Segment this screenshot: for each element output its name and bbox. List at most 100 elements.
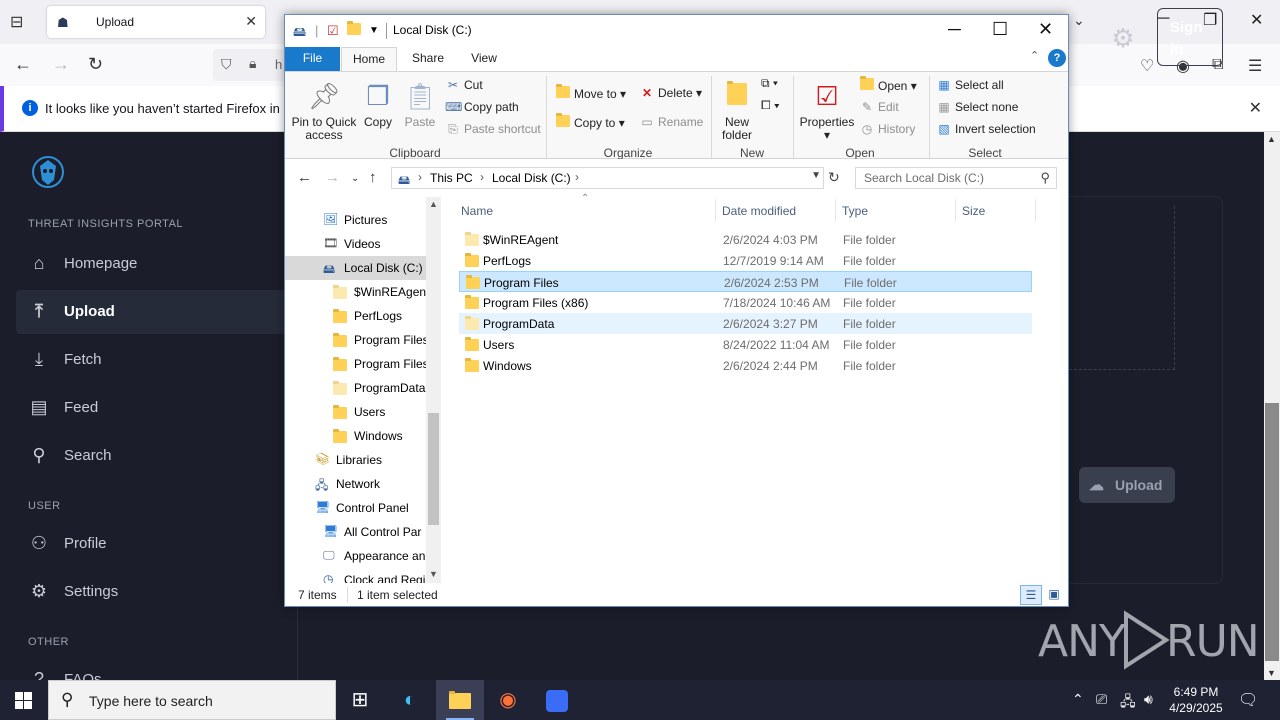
breadcrumb-this-pc[interactable]: This PC bbox=[430, 171, 473, 185]
url-bar[interactable]: ⛉ 🔒︎ h bbox=[213, 49, 293, 81]
edit-button[interactable]: ✎ Edit bbox=[859, 100, 899, 114]
scroll-up-icon[interactable]: ▲ bbox=[1267, 134, 1276, 144]
nav-pane-scroll-thumb[interactable] bbox=[428, 413, 439, 525]
nav-tree-item[interactable]: 🖥︎ All Control Par bbox=[285, 520, 426, 544]
close-notification-icon[interactable]: ✕ bbox=[1249, 98, 1262, 118]
back-icon[interactable]: ← bbox=[297, 169, 312, 186]
nav-tree-item[interactable]: Program Files bbox=[285, 352, 426, 376]
search-box[interactable]: Search Local Disk (C:) ⚲ bbox=[855, 167, 1057, 189]
nav-profile[interactable]: ⚇ Profile bbox=[16, 522, 298, 566]
close-icon[interactable]: ✕ bbox=[1038, 19, 1053, 40]
column-header-size[interactable]: Size bbox=[956, 197, 1035, 221]
nav-faqs[interactable]: ? FAQs bbox=[16, 658, 298, 680]
file-row[interactable]: Program Files (x86) 7/18/2024 10:46 AM Fil… bbox=[459, 292, 1032, 313]
breadcrumb-local-disk[interactable]: Local Disk (C:) bbox=[492, 171, 571, 185]
nav-feed[interactable]: ▤ Feed bbox=[16, 386, 298, 430]
scroll-down-icon[interactable]: ▼ bbox=[429, 569, 438, 579]
nav-tree-item[interactable]: 🖼︎ Pictures bbox=[285, 208, 426, 232]
rename-button[interactable]: ▭ Rename bbox=[639, 115, 703, 129]
large-icons-view-icon[interactable]: ▣ bbox=[1044, 585, 1064, 605]
properties-quick-icon[interactable]: ☑ bbox=[327, 23, 339, 39]
upload-button[interactable]: ☁ Upload bbox=[1079, 467, 1175, 503]
reload-icon[interactable]: ↻ bbox=[88, 54, 103, 75]
move-to-button[interactable]: Move to ▾ bbox=[555, 84, 626, 101]
list-tabs-icon[interactable]: ⌄ bbox=[1073, 12, 1085, 29]
file-row[interactable]: Users 8/24/2022 11:04 AM File folder bbox=[459, 334, 1032, 355]
nav-tree-item[interactable]: $WinREAgent bbox=[285, 280, 426, 304]
open-button[interactable]: Open ▾ bbox=[859, 76, 917, 93]
nav-tree-item[interactable]: 🖥︎ Control Panel bbox=[285, 496, 426, 520]
column-header-date[interactable]: Date modified bbox=[716, 197, 835, 221]
new-item-icon[interactable]: ⧉ ▾ bbox=[761, 76, 778, 91]
firefox-icon[interactable]: ◉ bbox=[484, 680, 532, 720]
scroll-up-icon[interactable]: ▲ bbox=[429, 199, 438, 209]
select-none-button[interactable]: ▦ Select none bbox=[936, 100, 1018, 114]
up-folder-icon[interactable]: ↑ bbox=[369, 169, 377, 186]
nav-tree-item[interactable]: 🎞︎ Videos bbox=[285, 232, 426, 256]
file-row[interactable]: $WinREAgent 2/6/2024 4:03 PM File folder bbox=[459, 229, 1032, 250]
nav-upload[interactable]: ⤒ Upload bbox=[16, 290, 298, 334]
device-icon[interactable]: ⎚ bbox=[1096, 691, 1107, 708]
search-placeholder[interactable]: Search Local Disk (C:) bbox=[864, 171, 984, 185]
page-scrollbar-thumb[interactable] bbox=[1265, 403, 1279, 661]
tab-overview-icon[interactable]: ⊟ bbox=[10, 12, 23, 32]
nav-fetch[interactable]: ⤓ Fetch bbox=[16, 338, 298, 382]
close-tab-icon[interactable]: ✕ bbox=[245, 13, 257, 30]
copy-to-button[interactable]: Copy to ▾ bbox=[555, 113, 625, 130]
file-row[interactable]: Program Files 2/6/2024 2:53 PM File folder bbox=[459, 271, 1032, 292]
nav-tree-item[interactable]: ProgramData bbox=[285, 376, 426, 400]
nav-tree-item[interactable]: Program Files bbox=[285, 328, 426, 352]
nav-search[interactable]: ⚲ Search bbox=[16, 434, 298, 478]
refresh-icon[interactable]: ↻ bbox=[828, 169, 840, 186]
url-text[interactable]: h bbox=[275, 57, 282, 72]
history-button[interactable]: ◷ History bbox=[859, 122, 916, 136]
nav-tree-item[interactable]: PerfLogs bbox=[285, 304, 426, 328]
cut-button[interactable]: ✂ Cut bbox=[445, 78, 483, 92]
help-icon[interactable]: ? bbox=[1048, 49, 1066, 67]
new-folder-button[interactable]: New folder bbox=[717, 80, 757, 142]
back-icon[interactable]: ← bbox=[14, 54, 32, 75]
task-view-icon[interactable]: ⊞ bbox=[336, 680, 384, 720]
tab-file[interactable]: File bbox=[285, 47, 340, 71]
sign-in-button[interactable]: Sign in bbox=[1157, 8, 1223, 66]
network-icon[interactable]: 🖧︎ bbox=[1120, 691, 1136, 715]
properties-button[interactable]: ☑ Properties ▾ bbox=[799, 80, 855, 142]
customize-quick-access-icon[interactable]: ▼ bbox=[369, 25, 379, 36]
nav-tree-item[interactable]: Users bbox=[285, 400, 426, 424]
invert-selection-button[interactable]: ▧ Invert selection bbox=[936, 122, 1035, 136]
edge-icon[interactable]: ◐ bbox=[386, 680, 434, 720]
chevron-right-icon[interactable]: › bbox=[418, 170, 422, 184]
chevron-right-icon[interactable]: › bbox=[480, 170, 484, 184]
address-dropdown-icon[interactable]: ▼ bbox=[811, 170, 821, 181]
paste-button[interactable]: 📋︎ Paste bbox=[403, 80, 437, 129]
paste-shortcut-button[interactable]: ⎘ Paste shortcut bbox=[445, 122, 541, 137]
explorer-title-bar[interactable]: 🖴︎ | ☑ ▼ Local Disk (C:) ─ ☐ ✕ bbox=[285, 15, 1068, 47]
file-row[interactable]: PerfLogs 12/7/2019 9:14 AM File folder bbox=[459, 250, 1032, 271]
taskbar-search-box[interactable]: ⚲ Type here to search bbox=[48, 680, 336, 720]
tab-view[interactable]: View bbox=[457, 47, 511, 71]
menu-icon[interactable]: ☰ bbox=[1248, 56, 1262, 76]
settings-gear-icon[interactable]: ⚙ bbox=[1103, 14, 1143, 62]
notifications-icon[interactable]: 🗨︎ bbox=[1238, 690, 1258, 710]
copy-path-button[interactable]: ⌨ Copy path bbox=[445, 100, 519, 114]
column-header-name[interactable]: Name ⌃ bbox=[457, 193, 715, 221]
tab-share[interactable]: Share bbox=[401, 47, 455, 71]
scroll-down-icon[interactable]: ▼ bbox=[1267, 668, 1276, 678]
easy-access-icon[interactable]: ⧠ ▾ bbox=[761, 98, 780, 113]
browser-tab-upload[interactable]: ☗ Upload ✕ bbox=[47, 6, 265, 38]
details-view-icon[interactable]: ☰ bbox=[1020, 585, 1042, 605]
address-bar[interactable]: 🖴︎ › This PC › Local Disk (C:) › ▼ bbox=[391, 167, 824, 189]
file-row[interactable]: ProgramData 2/6/2024 3:27 PM File folder bbox=[459, 313, 1032, 334]
file-explorer-taskbar-icon[interactable] bbox=[436, 680, 484, 720]
tracking-shield-icon[interactable]: ⛉ bbox=[221, 56, 232, 73]
nav-tree-item[interactable]: 🖧︎ Network bbox=[285, 472, 426, 496]
select-all-button[interactable]: ▦ Select all bbox=[936, 78, 1003, 92]
drop-zone[interactable] bbox=[1069, 206, 1175, 370]
app-taskbar-icon[interactable] bbox=[533, 680, 581, 720]
volume-icon[interactable]: 🔊︎ bbox=[1144, 691, 1153, 708]
nav-tree-item[interactable]: 🖵︎ Appearance an bbox=[285, 544, 426, 568]
maximize-icon[interactable]: ☐ bbox=[992, 19, 1008, 40]
delete-button[interactable]: ✕ Delete ▾ bbox=[639, 86, 702, 100]
nav-tree-item[interactable]: Windows bbox=[285, 424, 426, 448]
close-window-icon[interactable]: ✕ bbox=[1250, 10, 1263, 30]
